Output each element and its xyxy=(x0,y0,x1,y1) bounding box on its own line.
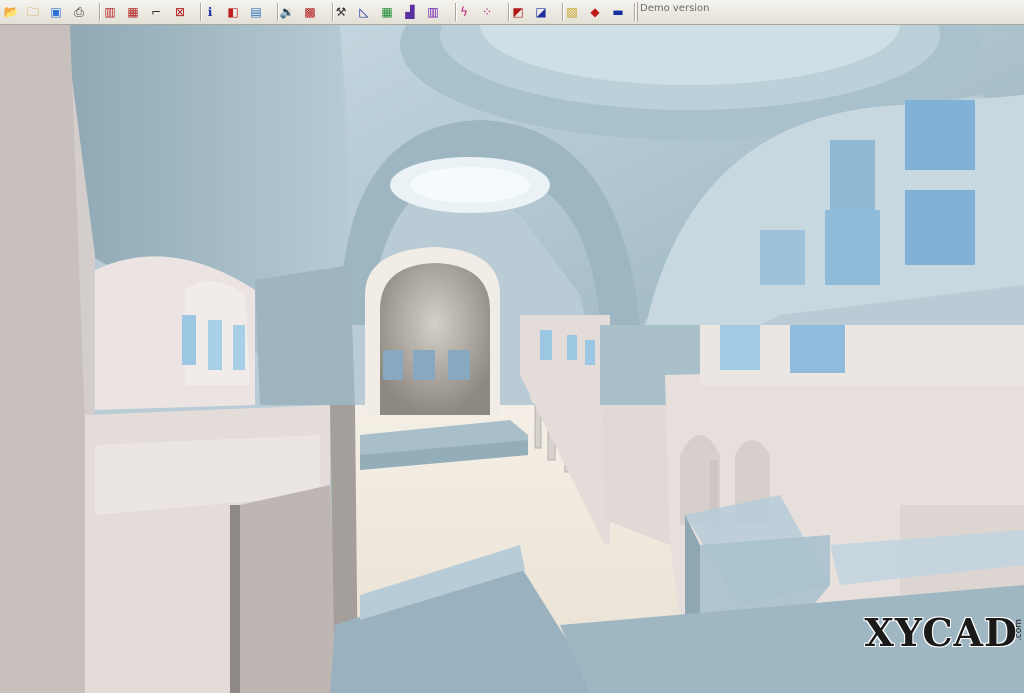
frame-front-icon[interactable]: ▥ xyxy=(100,2,120,22)
perspective-icon[interactable]: ◪ xyxy=(531,2,551,22)
tools-icon[interactable]: ⚒ xyxy=(331,2,351,22)
save-icon[interactable]: ▬ xyxy=(608,2,628,22)
folder-icon[interactable]: 🗀 xyxy=(23,2,43,22)
toolbar-separator xyxy=(200,3,201,21)
3d-render-scene xyxy=(0,25,1024,693)
dots-icon[interactable]: ⁘ xyxy=(477,2,497,22)
toolbar-separator xyxy=(508,3,509,21)
hatch-icon[interactable]: ▧ xyxy=(562,2,582,22)
toolbar-separator xyxy=(99,3,100,21)
toolbar: 📂 🗀 ▣ ⎙ ▥ ▦ ⌐ ⊠ ℹ ◧ ▤ 🔉 ▩ ⚒ ◺ ▦ ▟ ▥ ϟ ⁘ ◩ ◪ ▧ ◆ ▬ Demo version xyxy=(0,0,1024,25)
palette-icon[interactable]: ▥ xyxy=(423,2,443,22)
chart-icon[interactable]: ▟ xyxy=(400,2,420,22)
color-grid-icon[interactable]: ▦ xyxy=(377,2,397,22)
toolbar-separator xyxy=(634,3,635,21)
info-icon[interactable]: ℹ xyxy=(200,2,220,22)
plane-view-icon[interactable]: ◩ xyxy=(508,2,528,22)
image-icon[interactable]: ▣ xyxy=(46,2,66,22)
grid-red-icon[interactable]: ▩ xyxy=(300,2,320,22)
frame-side-icon[interactable]: ▦ xyxy=(123,2,143,22)
xycad-logo-suffix: .com xyxy=(1014,618,1024,641)
paint-icon[interactable]: ◆ xyxy=(585,2,605,22)
lightning-icon[interactable]: ϟ xyxy=(454,2,474,22)
toolbar-separator xyxy=(455,3,456,21)
measure-icon[interactable]: ◺ xyxy=(354,2,374,22)
xycad-logo: XYCAD xyxy=(864,610,1018,655)
open-folder-icon[interactable]: 📂 xyxy=(1,2,21,22)
sound-icon[interactable]: 🔉 xyxy=(277,2,297,22)
toolbar-separator xyxy=(562,3,563,21)
cross-frame-icon[interactable]: ⊠ xyxy=(170,2,190,22)
toolbar-separator xyxy=(332,3,333,21)
3d-viewport[interactable]: XYCAD .com xyxy=(0,25,1024,693)
layers-icon[interactable]: ◧ xyxy=(223,2,243,22)
stairs-icon[interactable]: ⌐ xyxy=(146,2,166,22)
document-icon[interactable]: ▤ xyxy=(246,2,266,22)
toolbar-separator xyxy=(277,3,278,21)
demo-version-label: Demo version xyxy=(640,3,710,14)
print-icon[interactable]: ⎙ xyxy=(69,2,89,22)
